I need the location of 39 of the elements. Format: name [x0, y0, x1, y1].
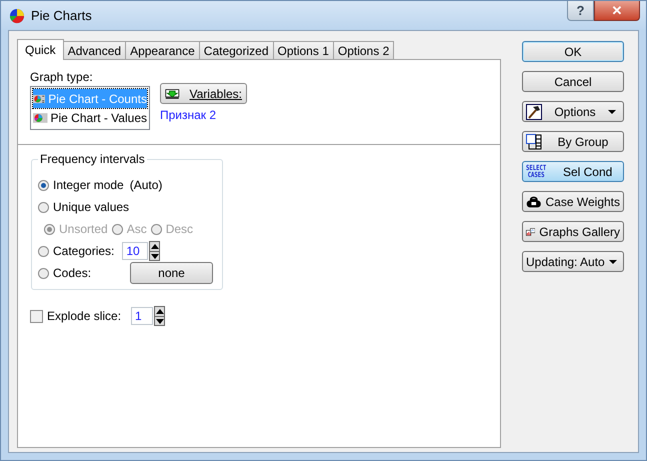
radio-button[interactable]: Codes:	[38, 266, 108, 280]
pie-chart-icon	[9, 8, 25, 24]
weight-icon	[526, 194, 542, 210]
import-arrow-icon	[165, 86, 180, 100]
tab[interactable]: Categorized	[198, 41, 274, 59]
side-button[interactable]: Cancel	[522, 71, 624, 92]
mode-note: (Auto)	[130, 178, 162, 192]
variable-value: Признак 2	[160, 108, 218, 122]
side-button[interactable]: Options	[522, 101, 624, 122]
spin-arrows-icon[interactable]	[154, 306, 166, 326]
variables-button[interactable]: Variables:	[160, 83, 247, 104]
group-title: Frequency intervals	[38, 152, 147, 166]
hammer-icon	[526, 104, 542, 120]
categories-field[interactable]: 10	[122, 242, 148, 260]
radio-button[interactable]: Categories:	[38, 244, 114, 258]
help-button[interactable]: ?	[567, 1, 594, 21]
tab[interactable]: Options 2	[332, 41, 394, 59]
graph-type-item[interactable]: Pie Chart - Values	[33, 108, 147, 127]
side-button[interactable]: By Group	[522, 131, 624, 152]
caret-icon	[608, 260, 617, 264]
graph-type-label: Graph type:	[30, 70, 94, 84]
tab[interactable]: Advanced	[62, 41, 126, 59]
caret-icon	[608, 110, 616, 114]
table-icon	[526, 134, 542, 150]
value-button[interactable]: none	[130, 262, 213, 284]
side-button[interactable]: Updating: Auto	[522, 251, 624, 272]
checkbox[interactable]	[30, 310, 43, 322]
spin-arrows-icon[interactable]	[149, 241, 160, 261]
explode-field[interactable]: 1	[131, 307, 154, 325]
window-title: Pie Charts	[31, 8, 92, 23]
tab[interactable]: Quick	[17, 39, 64, 60]
radio-button[interactable]: Integer mode	[38, 178, 124, 192]
explode-label: Explode slice:	[47, 309, 122, 323]
side-button[interactable]: OK	[522, 41, 624, 62]
tab[interactable]: Options 1	[272, 41, 334, 59]
side-button[interactable]: Graphs Gallery	[522, 221, 624, 242]
side-button[interactable]: Case Weights	[522, 191, 624, 212]
tab[interactable]: Appearance	[125, 41, 200, 59]
radio-button[interactable]: Unique values	[38, 200, 130, 214]
